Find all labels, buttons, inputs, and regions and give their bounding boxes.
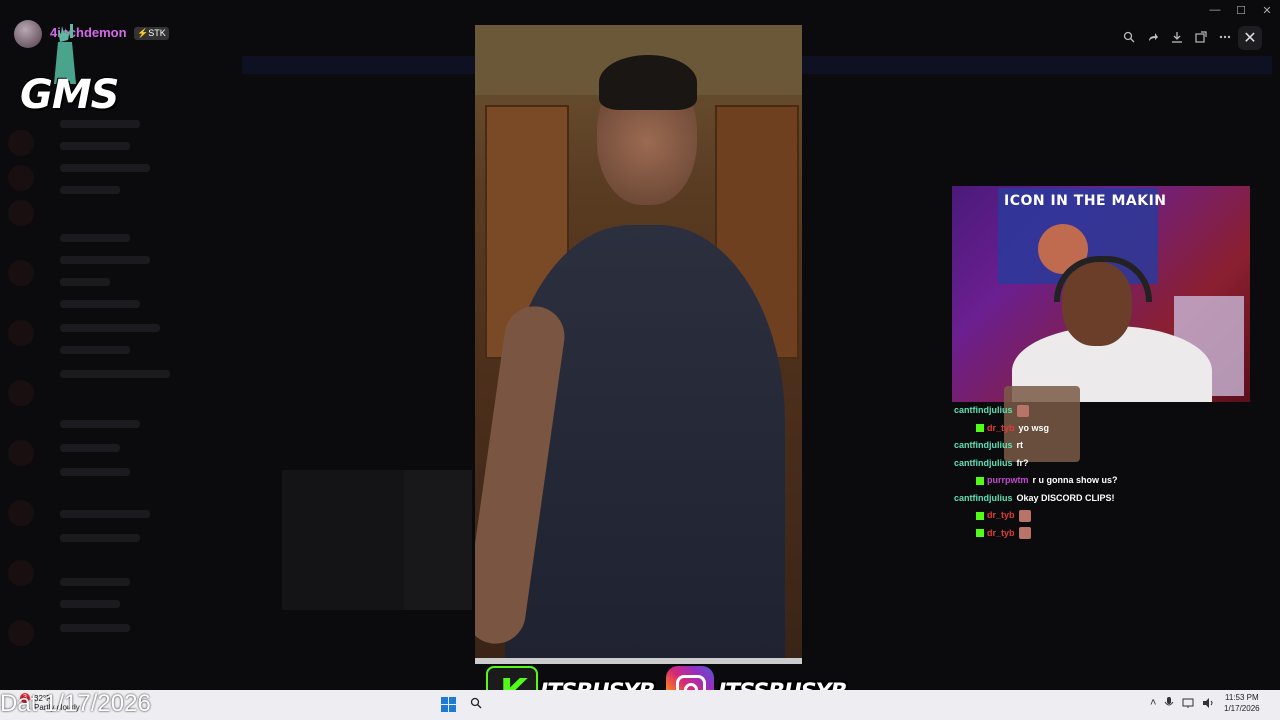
channel-item xyxy=(60,534,140,542)
channel-item xyxy=(60,234,130,242)
chat-message: dr_tyb yo wsg xyxy=(952,420,1172,438)
chat-username[interactable]: dr_tyb xyxy=(987,528,1015,538)
channel-item xyxy=(60,600,120,608)
taskbar xyxy=(0,690,1280,720)
viewer-toolbar xyxy=(1120,28,1234,48)
chat-message: cantfindjulius rt xyxy=(952,437,1172,455)
server-icon xyxy=(8,320,34,346)
channel-item xyxy=(60,256,150,264)
more-icon[interactable] xyxy=(1216,28,1234,46)
chat-message: dr_tyb xyxy=(952,525,1172,543)
video-player[interactable] xyxy=(475,25,802,664)
server-icon xyxy=(8,165,34,191)
channel-list xyxy=(40,100,230,680)
channel-item xyxy=(60,468,130,476)
microphone-icon[interactable] xyxy=(1164,697,1174,712)
chevron-up-icon[interactable]: ˄ xyxy=(1150,697,1156,712)
video-progress-strip xyxy=(475,658,802,664)
chat-emote-icon xyxy=(1018,527,1031,540)
server-icon xyxy=(8,200,34,226)
server-icon xyxy=(8,380,34,406)
chat-username[interactable]: cantfindjulius xyxy=(954,440,1013,450)
open-external-icon[interactable] xyxy=(1192,28,1210,46)
server-icon xyxy=(8,440,34,466)
avatar xyxy=(14,20,42,48)
channel-item xyxy=(60,444,120,452)
chat-username[interactable]: purrpwtm xyxy=(987,475,1029,485)
forward-icon[interactable] xyxy=(1144,28,1162,46)
chat-badge-icon xyxy=(976,476,984,485)
viewer-close-button[interactable]: ✕ xyxy=(1238,26,1262,50)
chat-emote-icon xyxy=(1018,509,1031,522)
chat-username[interactable]: cantfindjulius xyxy=(954,405,1013,415)
windows-start-icon[interactable] xyxy=(441,697,456,712)
taskbar-search-icon[interactable] xyxy=(470,697,482,712)
maximize-button[interactable]: ☐ xyxy=(1228,0,1254,20)
chat-text: yo wsg xyxy=(1018,422,1050,433)
gms-logo: GMS xyxy=(20,72,119,118)
clock-date: 1/17/2026 xyxy=(1224,704,1260,713)
channel-item xyxy=(60,420,140,428)
video-person-hair xyxy=(599,55,697,110)
window-close-button[interactable]: ✕ xyxy=(1254,0,1280,20)
chat-message: purrpwtm r u gonna show us? xyxy=(952,472,1172,490)
server-sidebar xyxy=(0,50,40,690)
channel-item xyxy=(60,142,130,150)
download-icon[interactable] xyxy=(1168,28,1186,46)
streamer-webcam: ICON IN THE MAKIN xyxy=(952,186,1250,402)
system-tray: ˄ xyxy=(1150,697,1214,712)
profile-badge: ⚡STK xyxy=(134,27,169,40)
chat-text: Okay DISCORD CLIPS! xyxy=(1016,492,1115,503)
chat-username[interactable]: dr_tyb xyxy=(987,510,1015,520)
clock-time: 11:53 PM xyxy=(1224,693,1259,702)
chat-badge-icon xyxy=(976,511,984,520)
server-icon xyxy=(8,620,34,646)
taskbar-clock[interactable]: 11:53 PM 1/17/2026 xyxy=(1224,692,1260,714)
banner-text: ICON IN THE MAKIN xyxy=(1004,193,1167,209)
window-controls: — ☐ ✕ xyxy=(1202,0,1280,20)
chat-badge-icon xyxy=(976,424,984,433)
chat-message: dr_tyb xyxy=(952,507,1172,525)
chat-badge-icon xyxy=(976,529,984,538)
zoom-icon[interactable] xyxy=(1120,28,1138,46)
chat-text: r u gonna show us? xyxy=(1032,475,1118,485)
channel-item xyxy=(60,578,130,586)
volume-icon[interactable] xyxy=(1202,697,1214,712)
channel-item xyxy=(60,300,140,308)
chat-message: cantfindjulius fr? xyxy=(952,455,1172,473)
channel-item xyxy=(60,324,160,332)
minimize-button[interactable]: — xyxy=(1202,0,1228,20)
server-icon xyxy=(8,560,34,586)
chat-username[interactable]: cantfindjulius xyxy=(954,458,1013,468)
server-icon xyxy=(8,130,34,156)
server-icon xyxy=(8,260,34,286)
chat-username[interactable]: dr_tyb xyxy=(987,423,1015,433)
channel-item xyxy=(60,278,110,286)
channel-item xyxy=(60,624,130,632)
channel-item xyxy=(60,370,170,378)
network-icon[interactable] xyxy=(1182,697,1194,712)
chat-message: cantfindjulius Okay DISCORD CLIPS! xyxy=(952,490,1172,508)
channel-item xyxy=(60,510,150,518)
stream-chat: cantfindjulius dr_tyb yo wsg cantfindjulius… xyxy=(952,402,1172,542)
channel-item xyxy=(60,120,140,128)
channel-item xyxy=(60,164,150,172)
channel-item xyxy=(60,186,120,194)
dim-attachment xyxy=(282,470,472,610)
server-icon xyxy=(8,500,34,526)
chat-emote-icon xyxy=(1016,404,1029,417)
chat-message: cantfindjulius xyxy=(952,402,1172,420)
channel-item xyxy=(60,346,130,354)
date-overlay: Dat 1/17/2026 xyxy=(0,690,151,717)
chat-username[interactable]: cantfindjulius xyxy=(954,493,1013,503)
chat-text: fr? xyxy=(1016,457,1029,468)
chat-text: rt xyxy=(1016,440,1024,450)
